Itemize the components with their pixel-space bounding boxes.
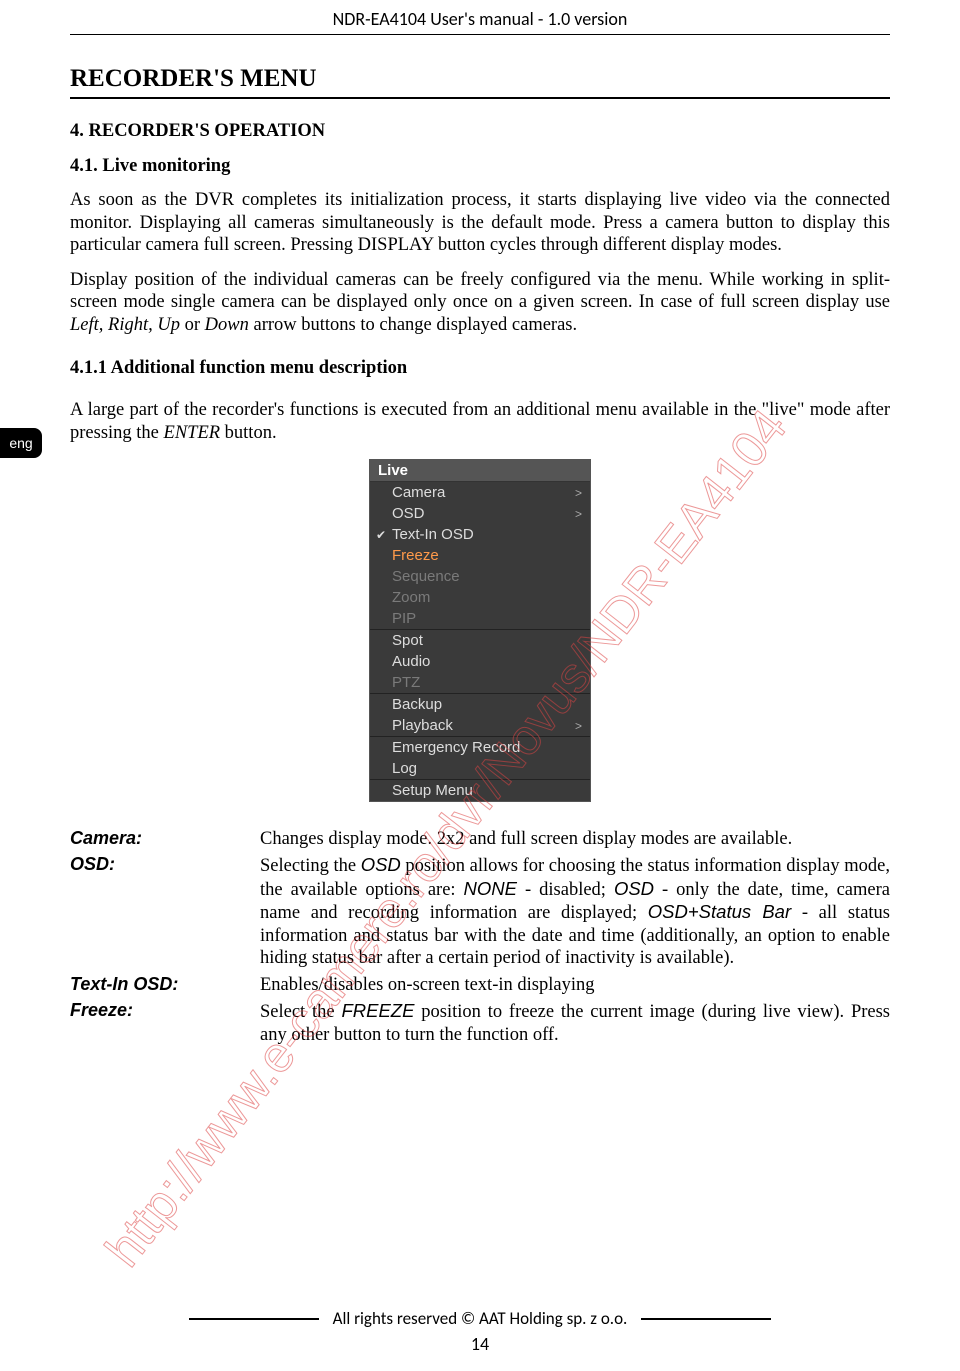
menu-item: Backup [370,693,590,715]
menu-item-label: OSD [392,505,425,522]
def-term-freeze: Freeze: [70,1000,260,1046]
menu-item: OSD > [370,503,590,524]
menu-item: Emergency Record [370,736,590,758]
check-icon: ✔ [376,528,386,542]
menu-item-label: Playback [392,717,453,734]
menu-item-label: PTZ [392,674,420,691]
menu-screenshot-wrap: Live Camera > OSD > ✔ Text-In OSD Freeze Sequen… [70,459,890,802]
def-desc-textin: Enables/disables on-screen text-in displ… [260,974,890,997]
menu-item-label: Camera [392,484,445,501]
def-term-osd: OSD: [70,854,260,970]
title-rule [70,97,890,99]
heading-4: 4. RECORDER'S OPERATION [70,121,890,142]
footer-line: All rights reserved © AAT Holding sp. z … [70,1308,890,1329]
menu-item-label: Spot [392,632,423,649]
menu-item-label: Zoom [392,589,430,606]
menu-item: Spot [370,629,590,651]
menu-item: Camera > [370,482,590,503]
menu-item-label: Audio [392,653,430,670]
menu-item-label: Setup Menu [392,782,473,799]
menu-item: PIP [370,608,590,629]
menu-item-label: Sequence [392,568,460,585]
language-tab: eng [0,428,42,458]
heading-4-1-1: 4.1.1 Additional function menu descripti… [70,358,890,379]
paragraph-2: Display position of the individual camer… [70,269,890,337]
menu-item-label: Log [392,760,417,777]
menu-item: Log [370,758,590,779]
menu-item: Audio [370,651,590,672]
menu-item: Freeze [370,545,590,566]
def-term-textin: Text-In OSD: [70,974,260,997]
heading-4-1: 4.1. Live monitoring [70,156,890,177]
menu-item-label: Emergency Record [392,739,520,756]
menu-item-label: Text-In OSD [392,526,474,543]
chevron-right-icon: > [575,486,582,500]
def-desc-camera: Changes display mode. 2x2 and full scree… [260,828,890,851]
chevron-right-icon: > [575,719,582,733]
chevron-right-icon: > [575,507,582,521]
live-menu: Live Camera > OSD > ✔ Text-In OSD Freeze Sequen… [369,459,591,802]
definitions-block: Camera: Changes display mode. 2x2 and fu… [70,828,890,1047]
menu-item: ✔ Text-In OSD [370,524,590,545]
menu-item: Setup Menu [370,779,590,801]
def-freeze: Freeze: Select the FREEZE position to fr… [70,1000,890,1046]
paragraph-3: A large part of the recorder's functions… [70,399,890,444]
paragraph-1: As soon as the DVR completes its initial… [70,189,890,257]
menu-title: Live [370,460,590,482]
def-textin: Text-In OSD: Enables/disables on-screen … [70,974,890,997]
menu-item: Sequence [370,566,590,587]
menu-item: PTZ [370,672,590,693]
def-desc-freeze: Select the FREEZE position to freeze the… [260,1000,890,1046]
def-term-camera: Camera: [70,828,260,851]
def-osd: OSD: Selecting the OSD position allows f… [70,854,890,970]
menu-item: Zoom [370,587,590,608]
page-number: 14 [70,1333,890,1355]
menu-item: Playback > [370,715,590,736]
menu-item-label: Backup [392,696,442,713]
section-title: RECORDER'S MENU [70,65,890,93]
def-camera: Camera: Changes display mode. 2x2 and fu… [70,828,890,851]
menu-item-label: PIP [392,610,416,627]
def-desc-osd: Selecting the OSD position allows for ch… [260,854,890,970]
doc-header: NDR-EA4104 User's manual - 1.0 version [70,0,890,35]
menu-item-label: Freeze [392,547,439,564]
footer-text: All rights reserved © AAT Holding sp. z … [333,1308,628,1329]
